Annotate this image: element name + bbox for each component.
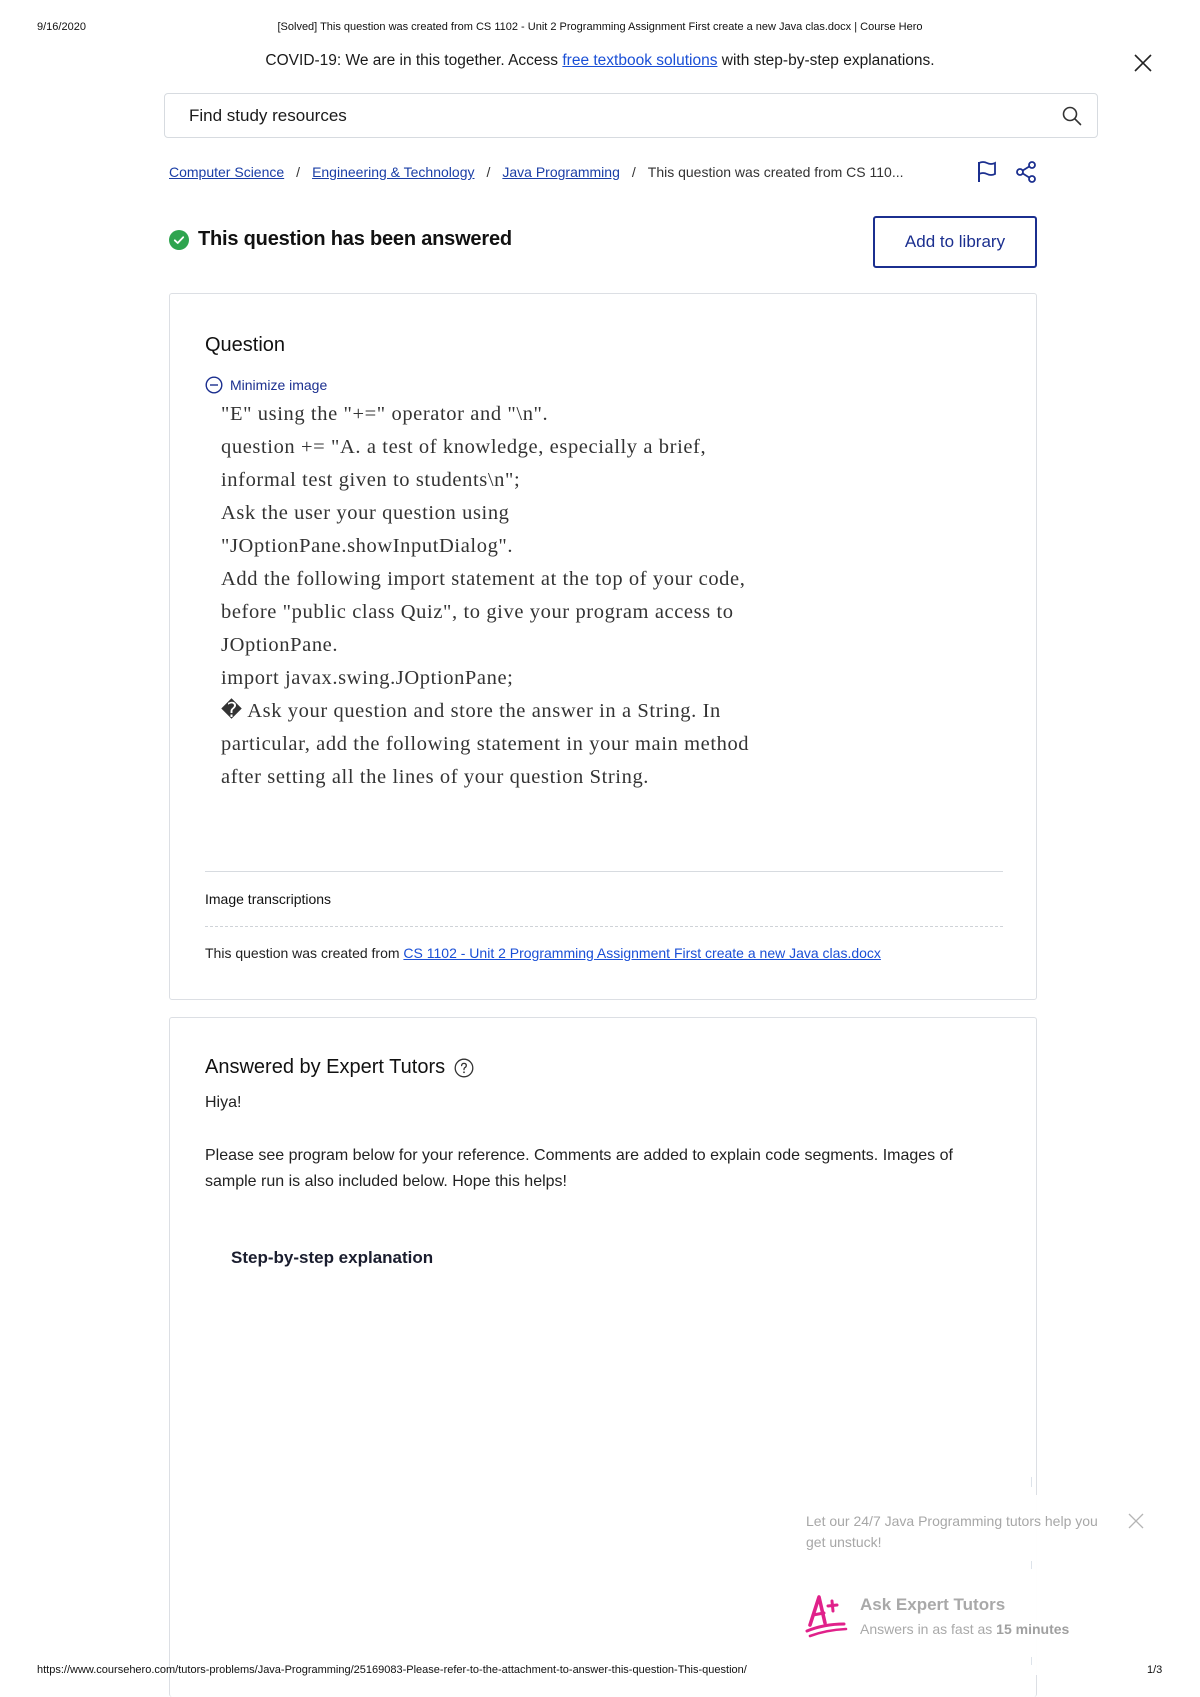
close-icon[interactable] [1127, 1512, 1145, 1530]
minus-circle-icon [205, 376, 223, 394]
minimize-image-label: Minimize image [230, 377, 328, 393]
question-image-line: "E" using the "+=" operator and "\n". [221, 403, 549, 425]
breadcrumb-current: This question was created from CS 110... [647, 164, 904, 180]
banner-text: COVID-19: We are in this together. Acces… [265, 52, 563, 69]
print-title: [Solved] This question was created from … [277, 21, 923, 33]
question-heading: Question [205, 334, 286, 356]
breadcrumb-separator: / [486, 164, 491, 180]
popup-divider [1031, 1657, 1032, 1665]
answered-status: This question has been answered [169, 228, 512, 251]
close-icon[interactable] [1132, 52, 1154, 74]
question-image-line: import javax.swing.JOptionPane; [221, 667, 514, 689]
add-to-library-button[interactable]: Add to library [873, 216, 1037, 268]
print-header: 9/16/2020 [Solved] This question was cre… [0, 21, 1200, 35]
question-image-line: before "public class Quiz", to give your… [221, 601, 734, 623]
check-circle-icon [169, 229, 189, 250]
question-image: "E" using the "+=" operator and "\n". qu… [221, 398, 861, 794]
answer-heading-text: Answered by Expert Tutors [205, 1056, 446, 1078]
popup-divider [1031, 1561, 1032, 1569]
answer-greeting: Hiya! [205, 1094, 242, 1111]
tutor-popup-sub-prefix: Answers in as fast as [860, 1621, 997, 1637]
breadcrumb-java-programming[interactable]: Java Programming [502, 164, 620, 180]
question-image-line: after setting all the lines of your ques… [221, 766, 650, 788]
a-plus-grade-icon [805, 1595, 848, 1638]
help-icon[interactable] [454, 1058, 474, 1078]
free-textbook-solutions-link[interactable]: free textbook solutions [562, 52, 717, 69]
breadcrumb-engineering-technology[interactable]: Engineering & Technology [312, 164, 474, 180]
minimize-image-button[interactable]: Minimize image [205, 376, 327, 394]
print-page-number: 1/3 [1147, 1664, 1163, 1676]
image-transcriptions-label: Image transcriptions [205, 891, 332, 907]
question-image-line: informal test given to students\n"; [221, 469, 521, 491]
question-image-line: JOptionPane. [221, 634, 339, 656]
search-input[interactable] [189, 94, 1029, 137]
covid-banner: COVID-19: We are in this together. Acces… [0, 52, 1200, 70]
search-box [164, 93, 1098, 138]
question-image-line: "JOptionPane.showInputDialog". [221, 535, 514, 557]
question-image-line: � Ask your question and store the answer… [221, 700, 721, 722]
breadcrumb-computer-science[interactable]: Computer Science [169, 164, 284, 180]
answer-body: Please see program below for your refere… [205, 1147, 953, 1190]
divider [205, 871, 1003, 872]
source-document-link[interactable]: CS 1102 - Unit 2 Programming Assignment … [403, 945, 881, 961]
created-from-text: This question was created from [205, 945, 404, 961]
banner-text-after: with step-by-step explanations. [717, 52, 935, 69]
breadcrumb: Computer Science / Engineering & Technol… [169, 164, 904, 180]
tutor-popup-message: Let our 24/7 Java Programming tutors hel… [806, 1513, 1098, 1550]
flag-icon[interactable] [976, 160, 998, 184]
step-by-step-heading: Step-by-step explanation [231, 1248, 434, 1267]
breadcrumb-separator: / [631, 164, 636, 180]
question-image-line: particular, add the following statement … [221, 733, 750, 755]
answered-title: This question has been answered [198, 228, 512, 250]
tutor-popup-sub-time: 15 minutes [996, 1621, 1070, 1637]
ask-expert-tutors-link[interactable]: Ask Expert Tutors [860, 1595, 1005, 1615]
tutor-popup-subtext: Answers in as fast as 15 minutes [860, 1621, 1069, 1637]
question-image-line: Ask the user your question using [221, 502, 510, 524]
tutor-popup: Let our 24/7 Java Programming tutors hel… [800, 1477, 1160, 1675]
created-from: This question was created from CS 1102 -… [205, 945, 881, 961]
breadcrumb-separator: / [296, 164, 301, 180]
question-image-line: Add the following import statement at th… [221, 568, 746, 590]
print-url: https://www.coursehero.com/tutors-proble… [37, 1664, 747, 1676]
question-image-line: question += "A. a test of knowledge, esp… [221, 436, 707, 458]
answer-heading: Answered by Expert Tutors [205, 1056, 474, 1079]
question-card: Question Minimize image "E" using the "+… [169, 293, 1037, 1000]
search-icon[interactable] [1061, 105, 1083, 127]
popup-divider [1031, 1477, 1032, 1487]
share-icon[interactable] [1014, 160, 1038, 184]
divider-dashed [205, 926, 1003, 927]
